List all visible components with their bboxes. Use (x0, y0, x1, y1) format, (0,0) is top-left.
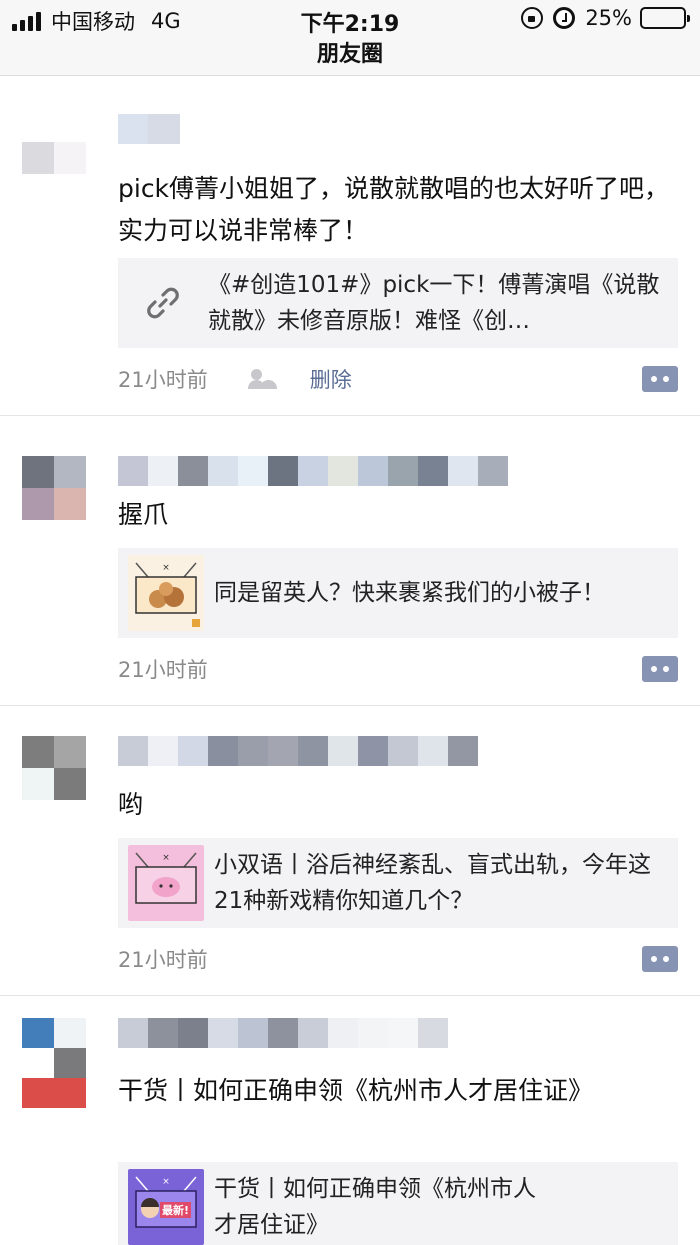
author-name[interactable] (118, 114, 180, 144)
alarm-icon (553, 7, 576, 29)
share-card[interactable]: × 小双语丨浴后神经紊乱、盲式出轨，今年这21种新戏精你知道几个？ (118, 838, 678, 928)
page-title: 朋友圈 (316, 42, 383, 67)
comment-button[interactable] (642, 656, 678, 682)
battery-icon (640, 7, 690, 29)
post-text: 干货丨如何正确申领《杭州市人才居住证》 (118, 1076, 594, 1105)
thumbnail-badge: 最新! (160, 1202, 192, 1218)
comment-button[interactable] (642, 946, 678, 972)
moment-post: pick傅菁小姐姐了，说散就散唱的也太好听了吧，实力可以说非常棒了！ 《#创造1… (0, 90, 700, 416)
post-meta: 21小时前 (118, 942, 678, 976)
share-card-title: 《#创造101#》pick一下！傅菁演唱《说散就散》未修音原版！难怪《创… (208, 272, 660, 334)
share-card[interactable]: × 同是留英人？快来裹紧我们的小被子！ (118, 548, 678, 638)
avatar[interactable] (22, 1018, 86, 1110)
post-meta: 21小时前 删除 (118, 362, 678, 396)
author-name[interactable] (118, 736, 478, 766)
svg-text:×: × (162, 563, 170, 573)
post-time: 21小时前 (118, 658, 208, 682)
status-bar: 中国移动 4G 下午2:19 25% 朋友圈 (0, 0, 700, 76)
moment-post: 哟 × 小双语丨浴后神经紊乱、盲式出轨，今年这21种新戏精你知道几个？ 21小时… (0, 706, 700, 996)
link-icon (118, 258, 208, 348)
post-time: 21小时前 (118, 948, 208, 972)
post-time: 21小时前 (118, 368, 208, 392)
post-text: 哟 (118, 790, 144, 819)
post-text: 握爪 (118, 500, 169, 529)
share-card[interactable]: 《#创造101#》pick一下！傅菁演唱《说散就散》未修音原版！难怪《创… (118, 258, 678, 348)
author-name[interactable] (118, 456, 508, 486)
moment-post: 干货丨如何正确申领《杭州市人才居住证》 × 最新! 干货丨如何正确申领《杭州市人… (0, 996, 700, 1245)
share-card-title: 小双语丨浴后神经紊乱、盲式出轨，今年这21种新戏精你知道几个？ (214, 852, 651, 914)
author-name[interactable] (118, 1018, 448, 1048)
article-thumbnail: × 最新! (128, 1169, 204, 1245)
status-right: 25% (521, 6, 690, 30)
article-thumbnail: × (128, 845, 204, 921)
battery-percent: 25% (585, 6, 632, 30)
article-thumbnail: × (128, 555, 204, 631)
people-icon (247, 369, 278, 389)
svg-text:×: × (162, 1177, 170, 1187)
post-meta: 21小时前 (118, 652, 678, 686)
svg-text:×: × (162, 853, 170, 863)
rotation-lock-icon (521, 7, 544, 29)
delete-button[interactable]: 删除 (310, 364, 352, 394)
share-card-title: 干货丨如何正确申领《杭州市人才居住证》 (214, 1176, 536, 1238)
post-text: pick傅菁小姐姐了，说散就散唱的也太好听了吧，实力可以说非常棒了！ (118, 174, 670, 245)
share-card-title: 同是留英人？快来裹紧我们的小被子！ (214, 580, 605, 606)
moment-post: 握爪 × 同是留英人？快来裹紧我们的小被子！ 21小时前 (0, 416, 700, 706)
comment-button[interactable] (642, 366, 678, 392)
avatar[interactable] (22, 736, 86, 800)
avatar[interactable] (22, 142, 86, 206)
avatar[interactable] (22, 456, 86, 520)
share-card[interactable]: × 最新! 干货丨如何正确申领《杭州市人才居住证》 (118, 1162, 678, 1245)
